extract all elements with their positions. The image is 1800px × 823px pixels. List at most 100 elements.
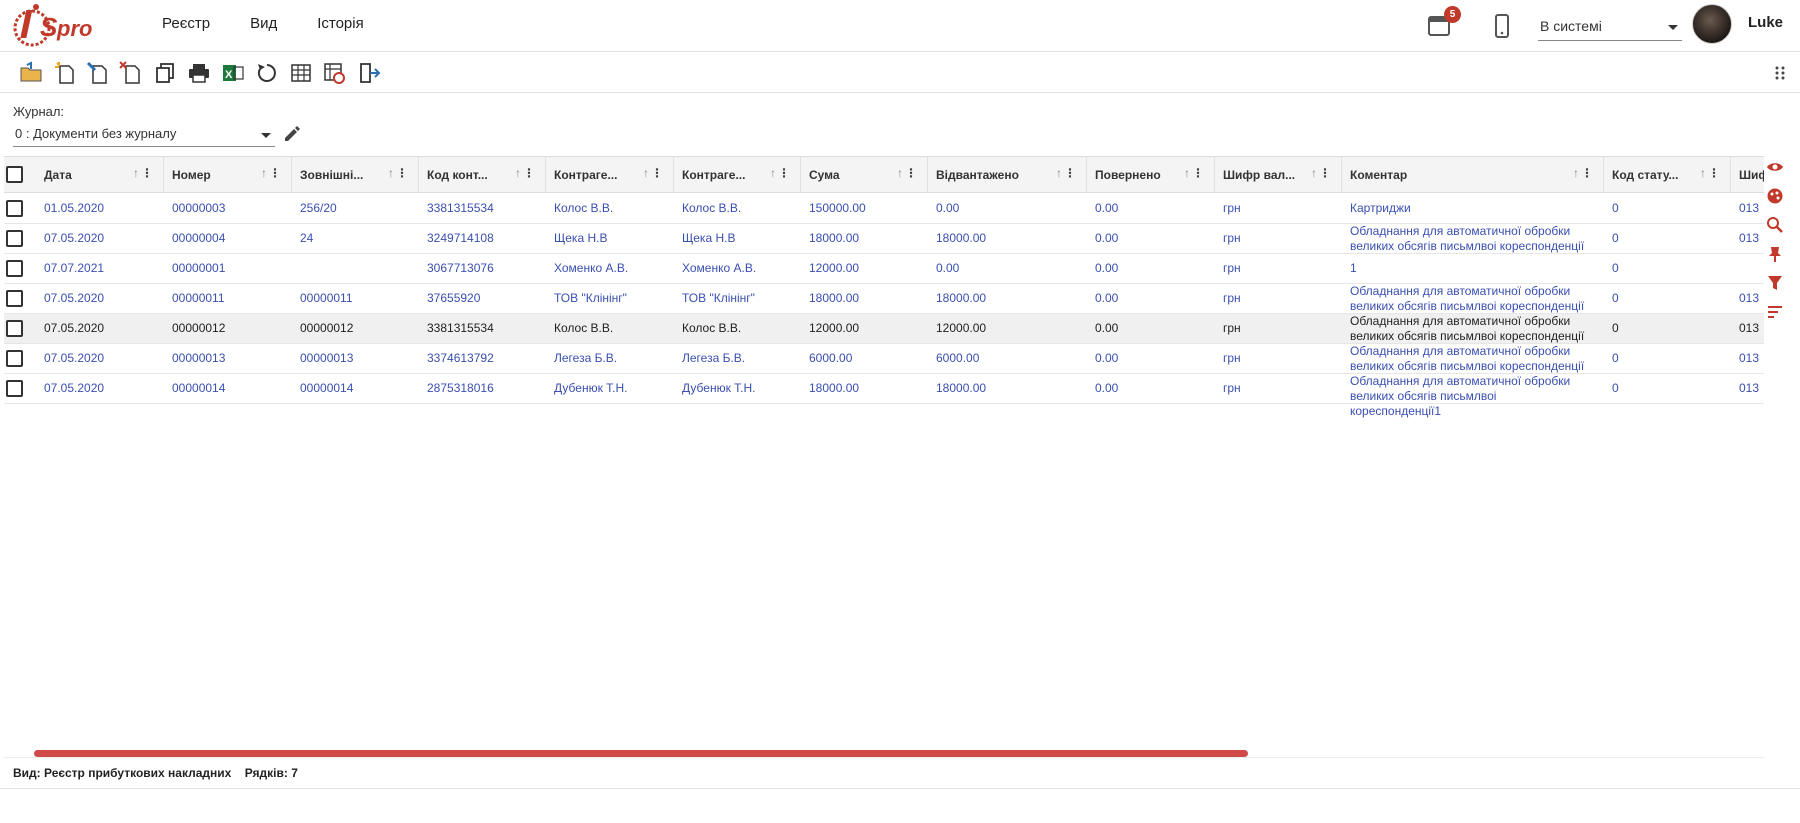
search-icon[interactable] bbox=[1766, 216, 1784, 234]
cell-c2[interactable]: Щека Н.В bbox=[682, 231, 735, 246]
sort-arrow-icon[interactable]: ↑ bbox=[1311, 166, 1317, 180]
cell-sum[interactable]: 150000.00 bbox=[809, 201, 866, 216]
cell-c1[interactable]: Колос В.В. bbox=[554, 201, 613, 216]
cell-sum[interactable]: 18000.00 bbox=[809, 381, 859, 396]
cell-sum[interactable]: 18000.00 bbox=[809, 231, 859, 246]
table-row[interactable]: 07.05.2020 00000011 00000011 37655920 ТОВ "К… bbox=[4, 284, 1764, 314]
cell-ret[interactable]: 0.00 bbox=[1095, 321, 1118, 336]
column-header-returned[interactable]: Повернено ↑ ⋮ bbox=[1087, 157, 1215, 193]
sort-arrow-icon[interactable]: ↑ bbox=[1573, 166, 1579, 180]
row-checkbox[interactable] bbox=[6, 380, 23, 397]
horizontal-scrollbar-thumb[interactable] bbox=[34, 750, 1248, 757]
cell-last[interactable]: 013 bbox=[1739, 291, 1759, 306]
sort-arrow-icon[interactable]: ↑ bbox=[1184, 166, 1190, 180]
username[interactable]: Luke bbox=[1748, 14, 1783, 31]
cell-sum[interactable]: 12000.00 bbox=[809, 261, 859, 276]
cell-code[interactable]: 3067713076 bbox=[427, 261, 494, 276]
cell-last[interactable]: 013 bbox=[1739, 351, 1759, 366]
delete-document-icon[interactable] bbox=[119, 61, 143, 85]
column-header-currency[interactable]: Шифр вал... ↑ ⋮ bbox=[1215, 157, 1342, 193]
cell-code[interactable]: 3381315534 bbox=[427, 321, 494, 336]
cell-ship[interactable]: 18000.00 bbox=[936, 291, 986, 306]
sort-arrow-icon[interactable]: ↑ bbox=[388, 166, 394, 180]
cell-date[interactable]: 07.05.2020 bbox=[44, 381, 104, 396]
select-all-checkbox[interactable] bbox=[6, 166, 23, 183]
cell-num[interactable]: 00000003 bbox=[172, 201, 225, 216]
cell-ext[interactable]: 256/20 bbox=[300, 201, 337, 216]
journal-select[interactable]: 0 : Документи без журналу bbox=[13, 123, 275, 147]
cell-num[interactable]: 00000014 bbox=[172, 381, 225, 396]
ispro-logo[interactable]: S pro bbox=[10, 2, 92, 48]
cell-status[interactable]: 0 bbox=[1612, 351, 1619, 366]
column-menu-icon[interactable]: ⋮ bbox=[1319, 166, 1331, 180]
cell-ext[interactable]: 00000012 bbox=[300, 321, 353, 336]
cell-cur[interactable]: грн bbox=[1223, 291, 1241, 306]
row-checkbox[interactable] bbox=[6, 230, 23, 247]
row-checkbox[interactable] bbox=[6, 200, 23, 217]
cell-status[interactable]: 0 bbox=[1612, 201, 1619, 216]
menu-history[interactable]: Історія bbox=[317, 15, 364, 32]
cell-c2[interactable]: Легеза Б.В. bbox=[682, 351, 745, 366]
table-row[interactable]: 01.05.2020 00000003 256/20 3381315534 Колос … bbox=[4, 194, 1764, 224]
sort-arrow-icon[interactable]: ↑ bbox=[1700, 166, 1706, 180]
cell-ret[interactable]: 0.00 bbox=[1095, 351, 1118, 366]
cell-comment[interactable]: Обладнання для автоматичної обробки вели… bbox=[1350, 224, 1590, 254]
menu-view[interactable]: Вид bbox=[250, 15, 277, 32]
cell-code[interactable]: 37655920 bbox=[427, 291, 480, 306]
cell-date[interactable]: 07.07.2021 bbox=[44, 261, 104, 276]
cell-cur[interactable]: грн bbox=[1223, 381, 1241, 396]
sort-arrow-icon[interactable]: ↑ bbox=[770, 166, 776, 180]
cell-num[interactable]: 00000012 bbox=[172, 321, 225, 336]
cell-num[interactable]: 00000001 bbox=[172, 261, 225, 276]
column-header-counterparty-1[interactable]: Контраге... ↑ ⋮ bbox=[546, 157, 674, 193]
cell-date[interactable]: 01.05.2020 bbox=[44, 201, 104, 216]
cell-last[interactable]: 013 bbox=[1739, 231, 1759, 246]
sort-arrow-icon[interactable]: ↑ bbox=[1056, 166, 1062, 180]
cell-cur[interactable]: грн bbox=[1223, 351, 1241, 366]
row-checkbox[interactable] bbox=[6, 290, 23, 307]
column-header-counterparty-2[interactable]: Контраге... ↑ ⋮ bbox=[674, 157, 801, 193]
cell-ship[interactable]: 0.00 bbox=[936, 261, 959, 276]
cell-status[interactable]: 0 bbox=[1612, 381, 1619, 396]
cell-ret[interactable]: 0.00 bbox=[1095, 381, 1118, 396]
cell-ship[interactable]: 6000.00 bbox=[936, 351, 979, 366]
cell-date[interactable]: 07.05.2020 bbox=[44, 351, 104, 366]
column-menu-icon[interactable]: ⋮ bbox=[905, 166, 917, 180]
cell-code[interactable]: 3374613792 bbox=[427, 351, 494, 366]
column-menu-icon[interactable]: ⋮ bbox=[1064, 166, 1076, 180]
table-row[interactable]: 07.05.2020 00000014 00000014 2875318016 Дубе… bbox=[4, 374, 1764, 418]
cell-last[interactable]: 013 bbox=[1739, 201, 1759, 216]
sort-arrow-icon[interactable]: ↑ bbox=[897, 166, 903, 180]
settings-table-icon[interactable] bbox=[322, 61, 346, 85]
add-document-icon[interactable] bbox=[53, 61, 77, 85]
cell-ext[interactable]: 24 bbox=[300, 231, 313, 246]
cell-ship[interactable]: 18000.00 bbox=[936, 381, 986, 396]
cell-code[interactable]: 3249714108 bbox=[427, 231, 494, 246]
column-menu-icon[interactable]: ⋮ bbox=[778, 166, 790, 180]
cell-num[interactable]: 00000013 bbox=[172, 351, 225, 366]
column-header-cipher[interactable]: Шиф bbox=[1731, 157, 1764, 193]
table-view-icon[interactable] bbox=[289, 61, 313, 85]
status-select[interactable]: В системі bbox=[1538, 13, 1682, 41]
column-menu-icon[interactable]: ⋮ bbox=[1581, 166, 1593, 180]
column-header-date[interactable]: Дата ↑ ⋮ bbox=[36, 157, 164, 193]
cell-comment[interactable]: Картриджи bbox=[1350, 201, 1590, 216]
cell-ship[interactable]: 18000.00 bbox=[936, 231, 986, 246]
menu-registry[interactable]: Реєстр bbox=[162, 15, 210, 32]
cell-date[interactable]: 07.05.2020 bbox=[44, 321, 104, 336]
open-folder-icon[interactable] bbox=[19, 61, 43, 85]
pencil-icon[interactable] bbox=[282, 124, 302, 144]
filter-icon[interactable] bbox=[1766, 274, 1784, 292]
cell-last[interactable]: 013 bbox=[1739, 381, 1759, 396]
sort-arrow-icon[interactable]: ↑ bbox=[133, 166, 139, 180]
excel-export-icon[interactable]: X bbox=[221, 61, 245, 85]
cell-comment[interactable]: Обладнання для автоматичної обробки вели… bbox=[1350, 344, 1590, 374]
cell-sum[interactable]: 18000.00 bbox=[809, 291, 859, 306]
cell-c2[interactable]: Дубенюк Т.Н. bbox=[682, 381, 755, 396]
cell-cur[interactable]: грн bbox=[1223, 201, 1241, 216]
cell-sum[interactable]: 12000.00 bbox=[809, 321, 859, 336]
cell-c2[interactable]: Хоменко А.В. bbox=[682, 261, 756, 276]
cell-comment[interactable]: Обладнання для автоматичної обробки вели… bbox=[1350, 284, 1590, 314]
column-menu-icon[interactable]: ⋮ bbox=[269, 166, 281, 180]
cell-comment[interactable]: Обладнання для автоматичної обробки вели… bbox=[1350, 374, 1590, 419]
